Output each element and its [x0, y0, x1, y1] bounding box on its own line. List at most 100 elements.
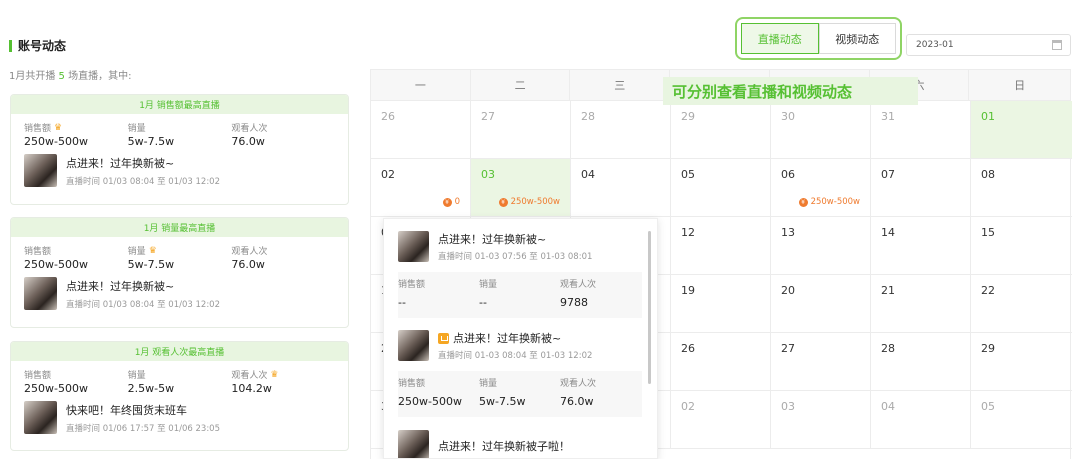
live-title: 快来吧！年终囤货末班车	[66, 403, 187, 417]
weekday: 三	[570, 70, 671, 100]
day-number: 27	[781, 342, 795, 355]
sales-badge-value: 0	[454, 197, 460, 207]
calendar-day[interactable]: 04	[571, 159, 671, 217]
popover-stats: 销售额 -- 销量 -- 观看人次 9788	[398, 272, 642, 318]
top-volume-card[interactable]: 1月 销量最高直播 销售额 250w-500w 销量 ♛ 5w-7.5w 观看人次…	[10, 217, 349, 328]
day-number: 02	[381, 168, 395, 181]
day-number: 28	[581, 110, 595, 123]
live-title: 点进来！过年换新被~	[66, 156, 175, 170]
day-number: 19	[681, 284, 695, 297]
section-title: 账号动态	[9, 37, 66, 54]
live-thumbnail	[24, 401, 57, 434]
calendar-day[interactable]: 20	[771, 275, 871, 333]
crown-icon: ♛	[270, 369, 279, 380]
live-thumbnail	[24, 154, 57, 187]
stat-views: 观看人次 ♛ 104.2w	[231, 369, 279, 396]
calendar-day[interactable]: 14	[871, 217, 971, 275]
crown-icon: ♛	[54, 122, 63, 133]
top-sales-card[interactable]: 1月 销售额最高直播 销售额 ♛ 250w-500w 销量 5w-7.5w 观看人…	[10, 94, 349, 205]
stat-volume: 销量 ♛ 5w-7.5w	[127, 245, 175, 272]
calendar-icon	[1052, 40, 1062, 50]
calendar-day[interactable]: 28	[571, 101, 671, 159]
dynamic-type-toggle: 直播动态 视频动态	[735, 17, 902, 60]
calendar-day[interactable]: 29	[971, 333, 1072, 391]
day-number: 31	[881, 110, 895, 123]
month-value: 2023-01	[916, 40, 954, 50]
calendar-day[interactable]: 26	[671, 333, 771, 391]
stat-volume: 销量 2.5w-5w	[127, 371, 175, 395]
coin-icon: ¥	[798, 197, 808, 207]
calendar-day[interactable]: 27	[471, 101, 571, 159]
day-number: 03	[781, 400, 795, 413]
day-number: 15	[981, 226, 995, 239]
top-views-card[interactable]: 1月 观看人次最高直播 销售额 250w-500w 销量 2.5w-5w 观看人…	[10, 341, 349, 451]
calendar-day[interactable]: 03	[771, 391, 871, 449]
coin-icon: ¥	[442, 197, 452, 207]
calendar-day[interactable]: 06 ¥250w-500w	[771, 159, 871, 217]
calendar-day[interactable]: 31	[871, 101, 971, 159]
calendar-day[interactable]: 05	[971, 391, 1072, 449]
popover-live-item[interactable]: 点进来！过年换新被~ 直播时间 01-03 08:04 至 01-03 12:0…	[384, 318, 657, 417]
calendar-day[interactable]: 02	[671, 391, 771, 449]
day-number: 28	[881, 342, 895, 355]
weekday: 日	[1014, 79, 1026, 92]
sales-badge-value: 250w-500w	[510, 197, 560, 207]
day-number: 06	[781, 168, 795, 181]
calendar-day[interactable]: 05	[671, 159, 771, 217]
stat-views: 观看人次 76.0w	[231, 124, 268, 148]
live-dynamic-tab[interactable]: 直播动态	[741, 23, 819, 54]
day-number: 05	[681, 168, 695, 181]
popover-scrollbar[interactable]	[648, 231, 651, 384]
calendar-day[interactable]: 12	[671, 217, 771, 275]
stat-sales: 销售额 250w-500w	[24, 247, 88, 271]
day-number: 01	[981, 110, 995, 123]
day-number: 13	[781, 226, 795, 239]
stat-sales: 销售额 ♛ 250w-500w	[24, 122, 88, 149]
day-number: 05	[981, 400, 995, 413]
calendar-day[interactable]: 03 ¥250w-500w	[471, 159, 571, 217]
calendar-day[interactable]: 28	[871, 333, 971, 391]
card-header: 1月 观看人次最高直播	[11, 342, 348, 361]
popover-live-item[interactable]: 点进来！过年换新被子啦！	[384, 417, 657, 458]
day-number: 04	[581, 168, 595, 181]
sales-badge: ¥0	[442, 197, 460, 207]
calendar-day[interactable]: 27	[771, 333, 871, 391]
card-header: 1月 销售额最高直播	[11, 95, 348, 114]
calendar-day[interactable]: 04	[871, 391, 971, 449]
stat-volume: 销量 5w-7.5w	[127, 124, 175, 148]
day-number: 12	[681, 226, 695, 239]
month-picker[interactable]: 2023-01	[906, 34, 1071, 56]
live-thumbnail	[398, 430, 429, 458]
live-entry[interactable]: 点进来！过年换新被~ 直播时间 01/03 08:04 至 01/03 12:0…	[11, 148, 348, 193]
day-number: 03	[481, 168, 495, 181]
calendar-day[interactable]: 07	[871, 159, 971, 217]
calendar-day[interactable]: 15	[971, 217, 1072, 275]
calendar-day[interactable]: 21	[871, 275, 971, 333]
calendar-day[interactable]: 29	[671, 101, 771, 159]
calendar-day[interactable]: 30	[771, 101, 871, 159]
card-header: 1月 销量最高直播	[11, 218, 348, 237]
calendar-day[interactable]: 22	[971, 275, 1072, 333]
day-number: 30	[781, 110, 795, 123]
calendar-day[interactable]: 02 ¥0	[371, 159, 471, 217]
day-number: 02	[681, 400, 695, 413]
feature-callout: 可分别查看直播和视频动态	[663, 77, 918, 105]
popover-live-item[interactable]: 点进来！过年换新被~ 直播时间 01-03 07:56 至 01-03 08:0…	[384, 219, 657, 318]
popover-stats: 销售额 250w-500w 销量 5w-7.5w 观看人次 76.0w	[398, 371, 642, 417]
day-number: 27	[481, 110, 495, 123]
sales-badge: ¥250w-500w	[498, 197, 560, 207]
day-number: 20	[781, 284, 795, 297]
calendar-day[interactable]: 08	[971, 159, 1072, 217]
crown-icon: ♛	[148, 245, 157, 256]
day-number: 21	[881, 284, 895, 297]
calendar-day[interactable]: 19	[671, 275, 771, 333]
calendar-day[interactable]: 01	[971, 101, 1072, 159]
calendar-day[interactable]: 26	[371, 101, 471, 159]
day-number: 22	[981, 284, 995, 297]
live-entry[interactable]: 快来吧！年终囤货末班车 直播时间 01/06 17:57 至 01/06 23:…	[11, 395, 348, 440]
live-summary: 1月共开播 5 场直播，其中:	[9, 71, 132, 82]
live-entry[interactable]: 点进来！过年换新被~ 直播时间 01/03 08:04 至 01/03 12:0…	[11, 271, 348, 316]
video-dynamic-tab[interactable]: 视频动态	[818, 23, 896, 54]
calendar-day[interactable]: 13	[771, 217, 871, 275]
live-thumbnail	[398, 330, 429, 361]
